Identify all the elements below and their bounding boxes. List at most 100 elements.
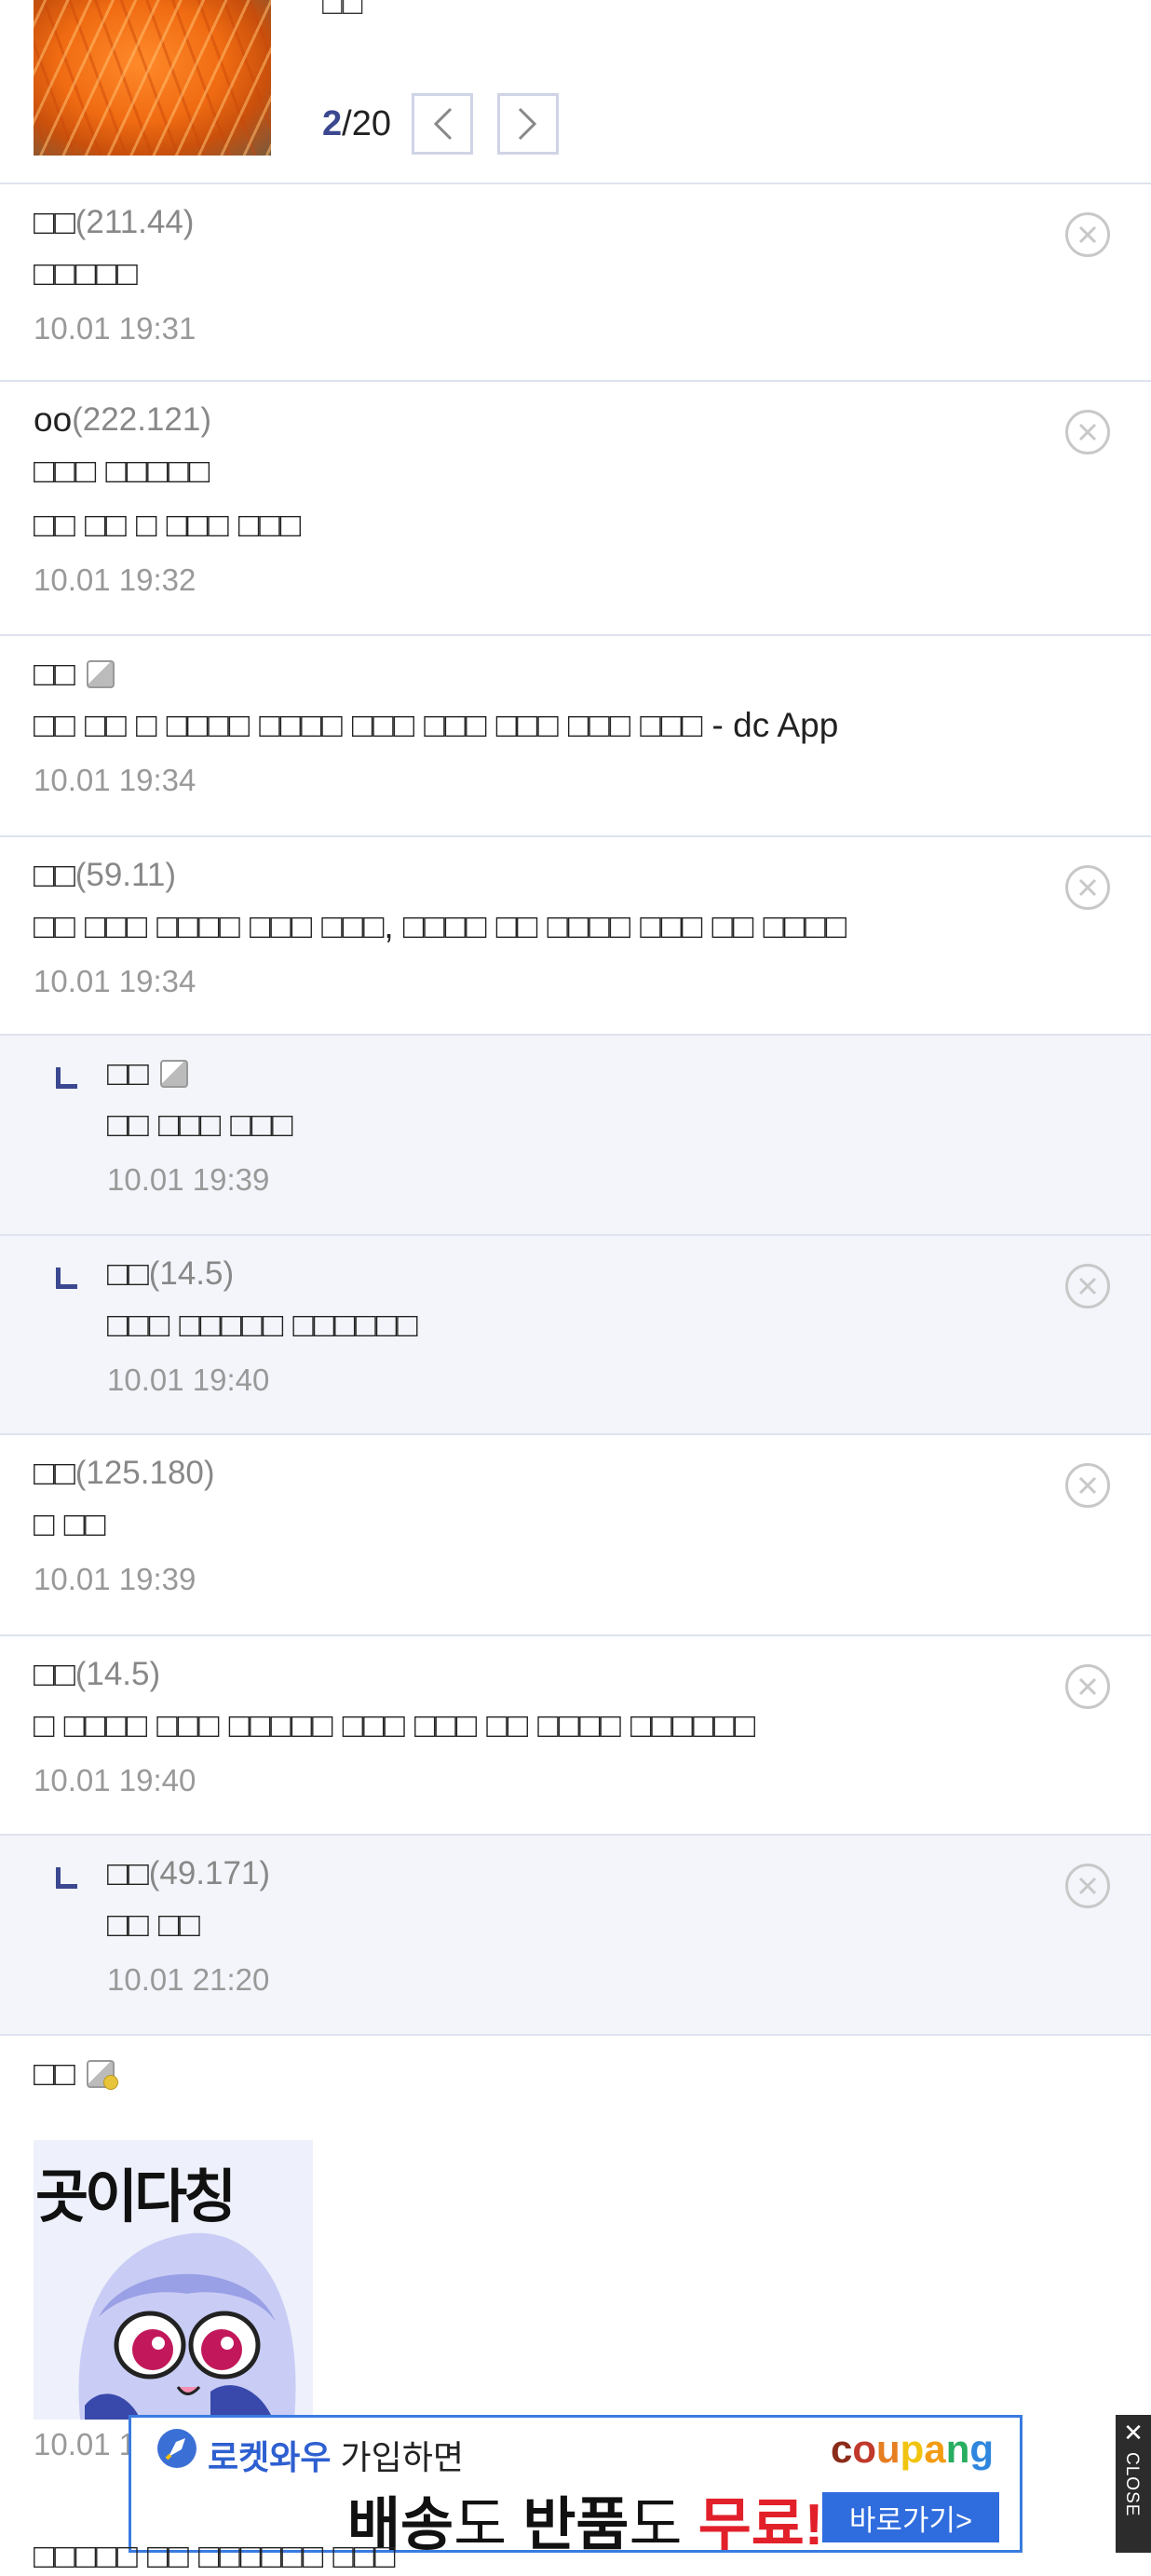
delete-comment-button[interactable] xyxy=(1065,212,1110,257)
comment-text: □□□ □□□□□ □□□□□□ xyxy=(107,1306,418,1344)
comment-date: 10.01 19:39 xyxy=(34,1562,196,1596)
comment-text: □□ □□□ □□□ xyxy=(107,1105,293,1144)
comment-header: □□ xyxy=(107,1054,188,1093)
comment-ip: (125.180) xyxy=(74,1455,215,1491)
comment-nickname[interactable]: □□ xyxy=(34,655,75,694)
comment-text: □□□□□ xyxy=(34,254,138,292)
reply-arrow-icon xyxy=(56,1067,77,1089)
reply-arrow-icon xyxy=(56,1268,77,1289)
related-post-card[interactable]: □□ 2 /20 xyxy=(0,0,1151,184)
comment-header: □□ xyxy=(34,2054,118,2094)
comment-item: □□ (211.44) □□□□□ 10.01 19:31 xyxy=(0,184,1151,382)
comment-ip: (14.5) xyxy=(74,1656,161,1692)
next-comment-text: □□□□□ □□ □□□□□□ □□□ xyxy=(34,2537,396,2575)
comment-nickname[interactable]: □□ xyxy=(34,1454,75,1493)
ad-word-free: 무료! xyxy=(697,2493,824,2557)
comment-date: 10.01 19:34 xyxy=(34,763,196,797)
ad-close-label: CLOSE xyxy=(1122,2452,1142,2517)
delete-comment-button[interactable] xyxy=(1065,865,1110,910)
close-icon xyxy=(1078,225,1097,244)
rocket-glyph-icon xyxy=(165,2438,185,2461)
ad-word-return: 반품 xyxy=(522,2493,630,2557)
reply-arrow-icon xyxy=(56,1867,77,1889)
comment-text: □ □□□□ □□□ □□□□□ □□□ □□□ □□ □□□□ □□□□□□ xyxy=(34,1706,756,1744)
comment-item: □□ (14.5) □ □□□□ □□□ □□□□□ □□□ □□□ □□ □□□□… xyxy=(0,1636,1151,1836)
comment-nickname[interactable]: □□ xyxy=(107,1854,149,1893)
pager-prev-button[interactable] xyxy=(411,93,473,155)
comment-text: □□ □□□ □□□□ □□□ □□□, □□□□ □□ □□□□ □□□ □□… xyxy=(34,907,846,945)
close-icon xyxy=(1078,423,1097,441)
comment-date: 10.01 19:32 xyxy=(34,563,196,597)
ad-join-label: 가입하면 xyxy=(331,2438,464,2476)
comment-nickname[interactable]: □□ xyxy=(34,1655,75,1694)
related-pager: 2 /20 xyxy=(322,91,559,156)
pager-current: 2 xyxy=(322,103,343,143)
comment-header: □□ (14.5) xyxy=(107,1254,234,1294)
ad-word-also-2: 도 xyxy=(629,2493,698,2557)
comment-nickname[interactable]: □□ xyxy=(107,1054,149,1093)
close-icon xyxy=(1078,1877,1097,1895)
comment-ip: (49.171) xyxy=(148,1855,271,1891)
comment-text: □ □□ xyxy=(34,1505,106,1543)
post-thumbnail[interactable] xyxy=(34,0,271,156)
comment-nickname[interactable]: □□ xyxy=(34,856,75,895)
comment-nickname[interactable]: □□ xyxy=(34,203,75,242)
comment-header: oo (222.121) xyxy=(34,400,211,440)
delete-comment-button[interactable] xyxy=(1065,1864,1110,1908)
pager-total: /20 xyxy=(342,103,391,143)
delete-comment-button[interactable] xyxy=(1065,410,1110,454)
comment-header: □□ (49.171) xyxy=(107,1854,270,1893)
close-icon xyxy=(1078,878,1097,897)
comment-header: □□ xyxy=(34,655,115,694)
anime-girl-sticker-art xyxy=(78,2232,296,2420)
comment-nickname[interactable]: oo xyxy=(34,400,72,440)
comment-text: □□ □□ □ □□□□ □□□□ □□□ □□□ □□□ □□□ □□□ - … xyxy=(34,706,839,744)
comment-item: oo (222.121) □□□ □□□□□ □□ □□ □ □□□ □□□ 10.01… xyxy=(0,382,1151,636)
pager-next-button[interactable] xyxy=(496,93,559,155)
ad-word-also-1: 도 xyxy=(454,2493,523,2557)
comment-date: 10.01 21:20 xyxy=(107,1962,270,1997)
comment-header: □□ (14.5) xyxy=(34,1655,160,1694)
dccon-sticker-image[interactable]: 곳이다칭 xyxy=(34,2140,313,2420)
comment-date: 10.01 19:40 xyxy=(107,1363,270,1397)
ad-headline: 로켓와우 가입하면 xyxy=(208,2431,464,2479)
reply-comment-item: □□ □□ □□□ □□□ 10.01 19:39 xyxy=(0,1036,1151,1236)
mobile-app-icon xyxy=(86,660,115,688)
delete-comment-button[interactable] xyxy=(1065,1264,1110,1308)
reply-comment-item: □□ (49.171) □□ □□ 10.01 21:20 xyxy=(0,1836,1151,2036)
comment-ip: (211.44) xyxy=(74,204,195,240)
comment-item: □□ (59.11) □□ □□□ □□□□ □□□ □□□, □□□□ □□ □□… xyxy=(0,837,1151,1036)
close-icon xyxy=(1078,1476,1097,1495)
comment-text: □□ □□ □ □□□ □□□ xyxy=(34,506,301,544)
coupang-logo: coupang xyxy=(831,2427,994,2472)
ad-go-button[interactable]: 바로가기> xyxy=(822,2492,999,2542)
ad-main-copy: 배송도 반품도 무료! xyxy=(347,2477,823,2561)
mobile-app-icon xyxy=(159,1060,188,1088)
comment-header: □□ (59.11) xyxy=(34,856,176,895)
delete-comment-button[interactable] xyxy=(1065,1664,1110,1709)
close-icon xyxy=(1078,1277,1097,1295)
comment-ip: (222.121) xyxy=(72,401,211,438)
delete-comment-button[interactable] xyxy=(1065,1463,1110,1508)
comment-date: 10.01 19:31 xyxy=(34,311,196,346)
chevron-left-icon xyxy=(433,107,453,141)
chevron-right-icon xyxy=(518,107,537,141)
comment-nickname[interactable]: □□ xyxy=(107,1254,149,1294)
comment-header: □□ (125.180) xyxy=(34,1454,215,1493)
comment-item: □□ □□ □□ □ □□□□ □□□□ □□□ □□□ □□□ □□□ □□□ … xyxy=(0,636,1151,837)
close-icon xyxy=(1078,1677,1097,1696)
comment-item-sticker: □□ 곳이다칭 10.01 19:41 xyxy=(0,2036,1151,2461)
comment-date: 10.01 19:40 xyxy=(34,1763,196,1797)
comment-date: 10.01 19:39 xyxy=(107,1162,270,1197)
comment-header: □□ (211.44) xyxy=(34,203,194,242)
ad-close-button[interactable]: ✕ CLOSE xyxy=(1116,2415,1151,2553)
comment-ip: (59.11) xyxy=(74,857,177,893)
comment-text: □□□ □□□□□ xyxy=(34,452,210,490)
comment-item: □□ (125.180) □ □□ 10.01 19:39 xyxy=(0,1435,1151,1636)
related-post-title[interactable]: □□ xyxy=(322,0,363,22)
app-badge-icon xyxy=(86,2060,118,2090)
comment-nickname[interactable]: □□ xyxy=(34,2054,75,2094)
comment-date: 10.01 19:34 xyxy=(34,964,196,998)
ad-rocketwow-label: 로켓와우 xyxy=(208,2438,332,2476)
coupang-ad-banner[interactable]: 로켓와우 가입하면 coupang 배송도 반품도 무료! 바로가기> xyxy=(129,2415,1022,2557)
